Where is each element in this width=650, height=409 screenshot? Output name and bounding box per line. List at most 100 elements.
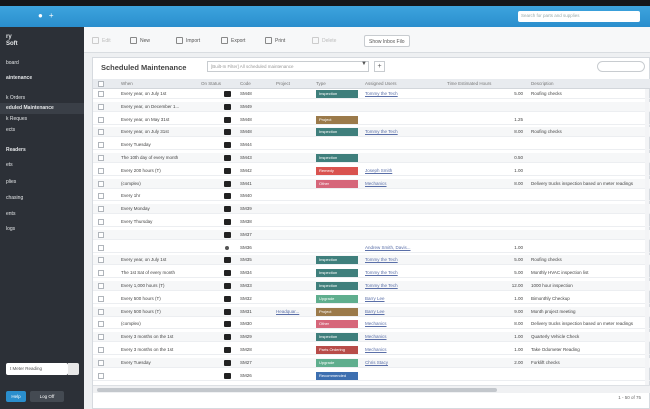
cell-assigned[interactable]: Barry Lee bbox=[365, 294, 443, 304]
cell-assigned[interactable]: Chris Stacy bbox=[365, 358, 443, 368]
cell-assigned[interactable]: Andrew Smith, Davis... bbox=[365, 243, 443, 253]
cell-project[interactable] bbox=[276, 204, 312, 214]
table-row[interactable]: Every Tuesday SM27 Upgrade Chris Stacy 2.00 F… bbox=[93, 357, 650, 368]
cell-project[interactable] bbox=[276, 230, 312, 240]
cell-assigned[interactable] bbox=[365, 230, 443, 240]
print-button[interactable]: Print bbox=[265, 35, 285, 47]
table-row[interactable]: SM36 Andrew Smith, Davis... 1.00 bbox=[93, 243, 650, 253]
table-row[interactable]: Every year, on July 31st SM48 Inspection To… bbox=[93, 127, 650, 138]
row-checkbox[interactable] bbox=[98, 180, 104, 187]
row-checkbox[interactable] bbox=[98, 155, 104, 161]
cell-assigned[interactable]: Mechanics bbox=[365, 319, 443, 329]
cell-project[interactable] bbox=[276, 243, 312, 253]
cell-project[interactable] bbox=[276, 319, 312, 329]
sidebar-item-assets[interactable]: ets bbox=[0, 160, 84, 171]
row-checkbox[interactable] bbox=[98, 219, 104, 225]
row-checkbox[interactable] bbox=[98, 142, 104, 149]
new-button[interactable]: New bbox=[130, 35, 150, 47]
import-button[interactable]: Import bbox=[176, 35, 200, 47]
user-menu[interactable]: ● + bbox=[38, 11, 70, 22]
row-checkbox[interactable] bbox=[98, 347, 104, 353]
cell-assigned[interactable]: Mechanics bbox=[365, 345, 443, 355]
cell-project[interactable] bbox=[276, 191, 312, 201]
cell-assigned[interactable] bbox=[365, 204, 443, 214]
column-header-project[interactable]: Project bbox=[276, 79, 290, 89]
column-header-when[interactable]: When bbox=[121, 79, 133, 89]
edit-button[interactable]: Edit bbox=[92, 35, 111, 47]
row-checkbox[interactable] bbox=[98, 308, 104, 315]
cell-assigned[interactable]: Tommy the Tech bbox=[365, 89, 443, 99]
sidebar-item-supplies[interactable]: plies bbox=[0, 177, 84, 188]
table-row[interactable]: Every 200 hours (T) SM42 Remedy Joseph Smit… bbox=[93, 166, 650, 176]
chevron-down-icon[interactable]: ▼ bbox=[361, 61, 367, 67]
row-checkbox[interactable] bbox=[98, 116, 104, 123]
column-header-status[interactable]: On Status bbox=[201, 79, 221, 89]
row-checkbox[interactable] bbox=[98, 91, 104, 97]
cell-project[interactable] bbox=[276, 345, 312, 355]
table-row[interactable]: Every 500 hours (T) SM31 Headquar... Projec… bbox=[93, 306, 650, 317]
table-row[interactable]: The 10th day of every month SM43 Inspectio… bbox=[93, 153, 650, 163]
column-header-description[interactable]: Description bbox=[531, 79, 554, 89]
table-row[interactable]: Every year, on July 1st SM48 Inspection Tom… bbox=[93, 89, 650, 99]
table-row[interactable]: (complex) SM30 Other Mechanics 8.00 Delivery … bbox=[93, 319, 650, 330]
cell-assigned[interactable] bbox=[365, 102, 443, 112]
sidebar-item-maintenance[interactable]: aintenance bbox=[0, 73, 84, 84]
sidebar-item-work-requests[interactable]: k Reques bbox=[0, 114, 84, 125]
cell-assigned[interactable] bbox=[365, 115, 443, 125]
cell-assigned[interactable]: Tommy the Tech bbox=[365, 255, 443, 265]
add-icon[interactable]: + bbox=[49, 11, 54, 20]
table-row[interactable]: Every 1hr SM40 bbox=[93, 191, 650, 202]
cell-assigned[interactable]: Joseph Smith bbox=[365, 166, 443, 176]
row-checkbox[interactable] bbox=[98, 283, 104, 289]
column-header-hours[interactable]: Time Estimated Hours bbox=[447, 79, 491, 89]
cell-assigned[interactable]: Barry Lee bbox=[365, 307, 443, 317]
cell-project[interactable] bbox=[276, 115, 312, 125]
cell-assigned[interactable]: Tommy the Tech bbox=[365, 281, 443, 291]
row-checkbox[interactable] bbox=[98, 244, 104, 251]
table-row[interactable]: Every Tuesday SM44 bbox=[93, 140, 650, 151]
row-checkbox[interactable] bbox=[98, 129, 104, 136]
cell-assigned[interactable]: Mechanics bbox=[365, 332, 443, 342]
table-row[interactable]: The 1st Sat of every month SM34 Inspection… bbox=[93, 268, 650, 279]
meter-reading-input[interactable]: t Meter Reading bbox=[6, 363, 68, 375]
cell-project[interactable] bbox=[276, 102, 312, 112]
cell-project[interactable] bbox=[276, 179, 312, 189]
cell-project[interactable] bbox=[276, 140, 312, 150]
table-row[interactable]: Every 3 months on the 1st SM29 Inspection M… bbox=[93, 332, 650, 343]
help-button[interactable]: Help bbox=[6, 391, 26, 402]
column-header-type[interactable]: Type bbox=[316, 79, 326, 89]
cell-assigned[interactable] bbox=[365, 140, 443, 150]
scrollbar-thumb[interactable] bbox=[97, 388, 497, 392]
export-button[interactable]: Export bbox=[221, 35, 245, 47]
cell-project[interactable] bbox=[276, 294, 312, 304]
log-off-button[interactable]: Log Off bbox=[30, 391, 64, 402]
table-row[interactable]: Every 1,000 hours (T) SM33 Inspection Tommy… bbox=[93, 281, 650, 291]
cell-project[interactable] bbox=[276, 268, 312, 278]
add-filter-button[interactable]: + bbox=[374, 61, 385, 72]
row-checkbox[interactable] bbox=[98, 321, 104, 328]
table-row[interactable]: Every Monday SM39 bbox=[93, 204, 650, 215]
cell-project[interactable] bbox=[276, 371, 312, 381]
delete-button[interactable]: Delete bbox=[312, 35, 336, 47]
table-row[interactable]: SM37 bbox=[93, 229, 650, 240]
column-header-assigned[interactable]: Assigned Users bbox=[365, 79, 397, 89]
cell-project[interactable] bbox=[276, 255, 312, 265]
sidebar-item-purchasing[interactable]: chasing bbox=[0, 193, 84, 204]
panel-search-input[interactable] bbox=[597, 61, 645, 72]
row-checkbox[interactable] bbox=[98, 167, 104, 174]
sidebar-item-dashboard[interactable]: board bbox=[0, 58, 84, 69]
meter-reading-dropdown[interactable] bbox=[68, 363, 79, 375]
row-checkbox[interactable] bbox=[98, 231, 104, 238]
sidebar-item-documents[interactable]: ents bbox=[0, 209, 84, 220]
cell-assigned[interactable]: Mechanics bbox=[365, 179, 443, 189]
show-inbox-button[interactable]: Show Inbox Filo bbox=[364, 35, 410, 47]
cell-assigned[interactable] bbox=[365, 153, 443, 163]
table-row[interactable]: Every 500 hours (T) SM32 Upgrade Barry Lee 1… bbox=[93, 294, 650, 304]
table-row[interactable]: Every Thursday SM38 bbox=[93, 217, 650, 227]
cell-project[interactable] bbox=[276, 281, 312, 291]
cell-assigned[interactable]: Tommy the Tech bbox=[365, 268, 443, 278]
sidebar-item-scheduled-maintenance[interactable]: eduled Maintenance bbox=[0, 103, 84, 114]
table-row[interactable]: Every year, on July 1st SM35 Inspection Tom… bbox=[93, 255, 650, 266]
sidebar-item-projects[interactable]: ects bbox=[0, 125, 84, 136]
row-checkbox[interactable] bbox=[98, 270, 104, 277]
